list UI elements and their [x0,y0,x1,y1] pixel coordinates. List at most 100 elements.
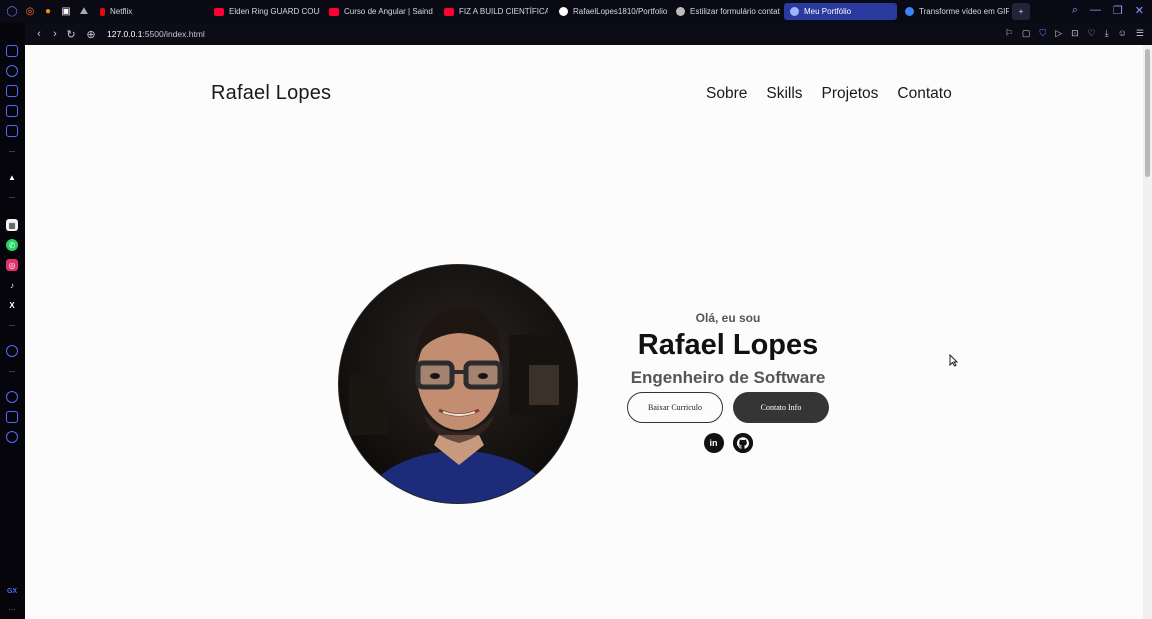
reload-icon[interactable]: ↻ [63,28,79,41]
youtube-icon [214,7,224,16]
instagram-icon[interactable]: ◎ [6,259,18,271]
forward-icon[interactable]: › [47,28,63,40]
minimize-icon[interactable]: — [1090,4,1101,17]
site-logo[interactable]: Rafael Lopes [211,82,331,105]
nav-link-sobre[interactable]: Sobre [706,85,747,103]
aria-icon[interactable]: ▲ [6,171,18,183]
url-field[interactable]: 127.0.0.1:5500/index.html [107,29,205,39]
hero-buttons: Baixar Curriculo Contato Info [615,392,841,423]
snapshot-icon[interactable]: ▢ [1022,28,1031,39]
whatsapp-business-icon[interactable]: ▦ [6,219,18,231]
opera-menu-icon[interactable]: ◯ [6,5,18,17]
nav-link-skills[interactable]: Skills [766,85,802,103]
scrollbar-thumb[interactable] [1145,49,1150,177]
youtube-icon [444,7,454,16]
workspace-icon[interactable]: ◎ [24,5,36,17]
mouse-cursor-icon [949,353,959,372]
tab-label: Netflix [110,7,133,16]
sidebar-divider [9,197,15,198]
tab-label: Transforme vídeo em GIF [919,7,1009,16]
tab-video-gif[interactable]: Transforme vídeo em GIF [899,3,1009,20]
netflix-icon [100,7,105,16]
main-nav: Sobre Skills Projetos Contato [706,85,952,103]
whatsapp-icon[interactable]: ✆ [6,239,18,251]
sidebar-divider [9,371,15,372]
opera-sidebar: ▲ ▦ ✆ ◎ ♪ X GX ... [0,23,25,619]
sidebar-divider [9,325,15,326]
tab-netflix[interactable]: Netflix [94,3,194,20]
tab-label: Elden Ring GUARD COUN [229,7,320,16]
crunchyroll-icon[interactable]: ● [42,5,54,17]
gear-icon [676,7,685,16]
menu-icon[interactable]: ☰ [1136,28,1144,39]
tab-label: Meu Portfólio [804,7,852,16]
browser-left-icons: ◯ ◎ ● ▣ ⛰ [6,5,90,17]
hero-title: Engenheiro de Software [630,368,826,387]
search-tabs-icon[interactable]: ⌕ [1072,4,1078,17]
page-scrollbar[interactable] [1143,45,1152,619]
social-links: in [615,433,841,453]
github-icon[interactable] [732,433,753,453]
sidebar-more-icon[interactable]: ... [6,601,18,613]
pinned-tab-icon[interactable]: ⛰ [78,5,90,17]
extensions-icon[interactable] [6,411,18,423]
gx-control-icon[interactable] [6,45,18,57]
hero-text: Olá, eu sou Rafael Lopes Engenheiro de S… [615,311,841,453]
tab-angular-course[interactable]: Curso de Angular | Saind [323,3,433,20]
notion-icon[interactable]: ▣ [60,5,72,17]
bookmark-icon[interactable]: ⚐ [1005,28,1013,39]
vpn-shield-icon[interactable]: ⛉ [1039,28,1046,39]
tiktok-icon[interactable]: ♪ [6,279,18,291]
globe-icon [790,7,799,16]
github-mark [732,433,753,453]
tab-estilizar-formulario[interactable]: Estilizar formulário contat [670,3,780,20]
tab-label: Curso de Angular | Saind [344,7,433,16]
page-viewport: Rafael Lopes Sobre Skills Projetos Conta… [25,45,1143,619]
browser-tab-strip: ◯ ◎ ● ▣ ⛰ Netflix Elden Ring GUARD COUN … [0,0,1152,23]
nav-link-projetos[interactable]: Projetos [822,85,879,103]
messenger-icon[interactable] [6,125,18,137]
tab-github-portfolio[interactable]: RafaelLopes1810/Portfolio [553,3,667,20]
tab-meu-portfolio[interactable]: Meu Portfólio [784,3,897,20]
url-path: :5500/index.html [142,29,205,39]
site-info-icon[interactable]: ⊕ [83,28,99,41]
tab-label: FIZ A BUILD CIENTÍFICA [459,7,548,16]
hero-name: Rafael Lopes [637,329,819,361]
gx-logo-icon[interactable]: GX [6,585,18,597]
twitch-icon[interactable] [6,85,18,97]
player-sidebar-icon[interactable] [6,345,18,357]
heart-icon[interactable]: ♡ [1088,28,1096,39]
tab-build-cientifica[interactable]: FIZ A BUILD CIENTÍFICA [438,3,548,20]
back-icon[interactable]: ‹ [31,28,47,40]
downloads-icon[interactable]: ⤓ [1105,28,1109,39]
url-host: 127.0.0.1 [107,29,143,39]
nav-link-contato[interactable]: Contato [897,85,951,103]
plus-icon: + [1018,7,1024,16]
github-icon [559,7,568,16]
profile-icon[interactable]: ☺ [1118,28,1127,39]
maximize-icon[interactable]: ❐ [1113,4,1123,17]
x-icon[interactable]: X [6,299,18,311]
window-controls: ⌕ — ❐ ✕ [1072,4,1144,17]
player-icon[interactable]: ▷ [1055,28,1062,39]
tab-label: RafaelLopes1810/Portfolio [573,7,667,16]
youtube-icon [329,7,339,16]
linkedin-icon[interactable]: in [703,433,724,453]
discord-icon[interactable] [6,105,18,117]
download-cv-button[interactable]: Baixar Curriculo [627,392,723,423]
contact-info-button[interactable]: Contato Info [733,392,829,423]
tab-elden-ring[interactable]: Elden Ring GUARD COUN [208,3,320,20]
history-icon[interactable] [6,391,18,403]
address-bar-actions: ⚐ ▢ ⛉ ▷ ⊡ ♡ ⤓ ☺ ☰ [1005,28,1144,39]
globe-icon [905,7,914,16]
close-icon[interactable]: ✕ [1135,4,1144,17]
new-tab-button[interactable]: + [1012,3,1030,20]
gx-cleaner-icon[interactable] [6,65,18,77]
address-bar: ‹ › ↻ ⊕ 127.0.0.1:5500/index.html ⚐ ▢ ⛉ … [25,23,1152,45]
profile-photo-illustration [339,265,577,503]
profile-photo [338,264,578,504]
speed-dial-icon[interactable]: ⊡ [1071,28,1079,39]
settings-icon[interactable] [6,431,18,443]
hero-greeting: Olá, eu sou [695,311,761,325]
tab-label: Estilizar formulário contat [690,7,780,16]
